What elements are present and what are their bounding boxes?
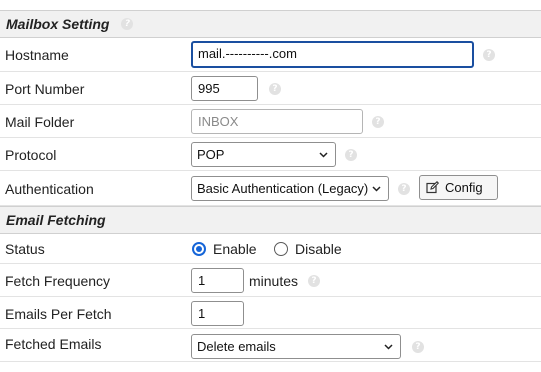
fetched-emails-selected: Delete emails	[197, 339, 276, 354]
email-fetching-title: Email Fetching	[6, 212, 106, 228]
authentication-row: Authentication Basic Authentication (Leg…	[0, 171, 541, 206]
question-icon[interactable]: ?	[345, 149, 357, 161]
emails-per-fetch-value: 1	[198, 306, 206, 321]
mail-folder-placeholder: INBOX	[198, 114, 239, 129]
chevron-down-icon	[319, 152, 328, 158]
authentication-label: Authentication	[5, 181, 94, 197]
mail-folder-input[interactable]: INBOX	[191, 109, 363, 134]
fetch-frequency-unit: minutes	[249, 273, 299, 289]
chevron-down-icon	[384, 344, 393, 350]
protocol-select[interactable]: POP	[191, 142, 336, 167]
question-icon[interactable]: ?	[269, 83, 281, 95]
question-icon[interactable]: ?	[308, 275, 320, 287]
fetch-frequency-input[interactable]: 1	[191, 268, 244, 293]
fetched-emails-select[interactable]: Delete emails	[191, 334, 401, 359]
status-row: Status Enable Disable	[0, 234, 541, 264]
port-row: Port Number 995 ?	[0, 72, 541, 105]
edit-icon	[426, 181, 439, 194]
status-enable-label[interactable]: Enable	[213, 241, 257, 257]
fetch-frequency-label: Fetch Frequency	[5, 273, 111, 289]
fetch-frequency-row: Fetch Frequency 1 minutes ?	[0, 264, 541, 297]
protocol-label: Protocol	[5, 147, 57, 163]
question-icon[interactable]: ?	[121, 18, 134, 30]
chevron-down-icon	[372, 186, 381, 192]
config-button[interactable]: Config	[419, 175, 498, 200]
port-label: Port Number	[5, 81, 85, 97]
emails-per-fetch-label: Emails Per Fetch	[5, 306, 112, 322]
fetched-emails-label: Fetched Emails	[5, 336, 102, 352]
port-value: 995	[198, 81, 220, 96]
hostname-input[interactable]: mail.----------.com	[191, 41, 474, 68]
question-icon[interactable]: ?	[372, 116, 384, 128]
mail-folder-row: Mail Folder INBOX ?	[0, 105, 541, 138]
status-label: Status	[5, 241, 45, 257]
mailbox-setting-title: Mailbox Setting	[6, 16, 110, 32]
port-input[interactable]: 995	[191, 76, 258, 101]
question-icon[interactable]: ?	[398, 183, 410, 195]
status-enable-radio[interactable]	[192, 242, 206, 256]
config-label: Config	[445, 180, 483, 195]
fetched-emails-row: Fetched Emails Delete emails ?	[0, 329, 541, 362]
emails-per-fetch-row: Emails Per Fetch 1	[0, 297, 541, 329]
emails-per-fetch-input[interactable]: 1	[191, 301, 244, 326]
mail-folder-label: Mail Folder	[5, 114, 75, 130]
protocol-row: Protocol POP ?	[0, 138, 541, 171]
authentication-select[interactable]: Basic Authentication (Legacy)	[191, 176, 389, 201]
protocol-selected: POP	[197, 147, 225, 162]
hostname-label: Hostname	[5, 47, 69, 63]
hostname-row: Hostname mail.----------.com ?	[0, 38, 541, 72]
status-disable-radio[interactable]	[274, 242, 288, 256]
fetch-frequency-value: 1	[198, 273, 206, 288]
question-icon[interactable]: ?	[483, 49, 495, 61]
status-disable-label[interactable]: Disable	[295, 241, 342, 257]
email-fetching-header: Email Fetching	[0, 206, 541, 234]
authentication-selected: Basic Authentication (Legacy)	[197, 181, 369, 196]
question-icon[interactable]: ?	[412, 341, 424, 353]
hostname-value: mail.----------.com	[198, 46, 297, 61]
mailbox-setting-header: Mailbox Setting ?	[0, 10, 541, 38]
